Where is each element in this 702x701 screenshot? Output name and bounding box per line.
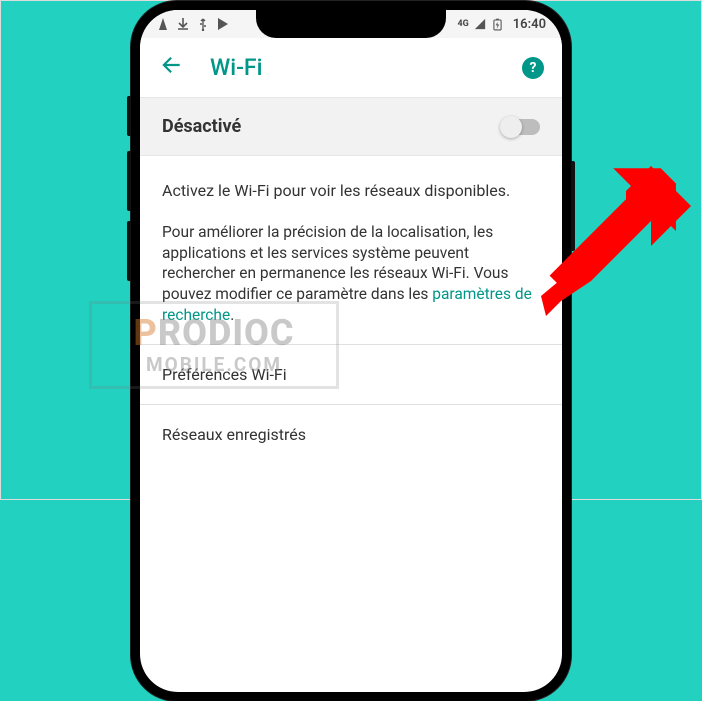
wifi-toggle-row[interactable]: Désactivé: [140, 97, 562, 156]
signal-icon: [473, 17, 487, 31]
download-icon: [176, 17, 190, 31]
vlc-icon: [156, 17, 170, 31]
help-icon[interactable]: ?: [522, 57, 544, 79]
phone-volume-up: [127, 151, 131, 211]
wifi-description: Pour améliorer la précision de la locali…: [162, 222, 540, 327]
desc-text-end: .: [230, 306, 234, 324]
status-right: 4G 16:40: [457, 17, 546, 32]
wifi-hint-text: Activez le Wi-Fi pour voir les réseaux d…: [162, 180, 540, 202]
saved-networks-item[interactable]: Réseaux enregistrés: [140, 405, 562, 464]
phone-screen: 4G 16:40 Wi-Fi ? Désactivé Activez le Wi: [140, 10, 562, 692]
clock: 16:40: [513, 17, 546, 32]
phone-notch: [256, 10, 446, 38]
status-left: [156, 17, 230, 31]
page-title: Wi-Fi: [210, 54, 496, 81]
phone-side-button: [127, 96, 131, 136]
content-area: Activez le Wi-Fi pour voir les réseaux d…: [140, 156, 562, 326]
phone-power-button: [571, 161, 575, 251]
wifi-preferences-item[interactable]: Préférences Wi-Fi: [140, 345, 562, 404]
phone-frame: 4G 16:40 Wi-Fi ? Désactivé Activez le Wi: [131, 1, 571, 701]
back-button[interactable]: [158, 52, 184, 83]
app-bar: Wi-Fi ?: [140, 38, 562, 97]
play-store-icon: [216, 17, 230, 31]
usb-icon: [196, 17, 210, 31]
phone-volume-down: [127, 221, 131, 281]
wifi-switch[interactable]: [502, 119, 540, 135]
wifi-toggle-label: Désactivé: [162, 116, 241, 137]
battery-icon: [491, 17, 505, 31]
network-label: 4G: [457, 19, 468, 29]
